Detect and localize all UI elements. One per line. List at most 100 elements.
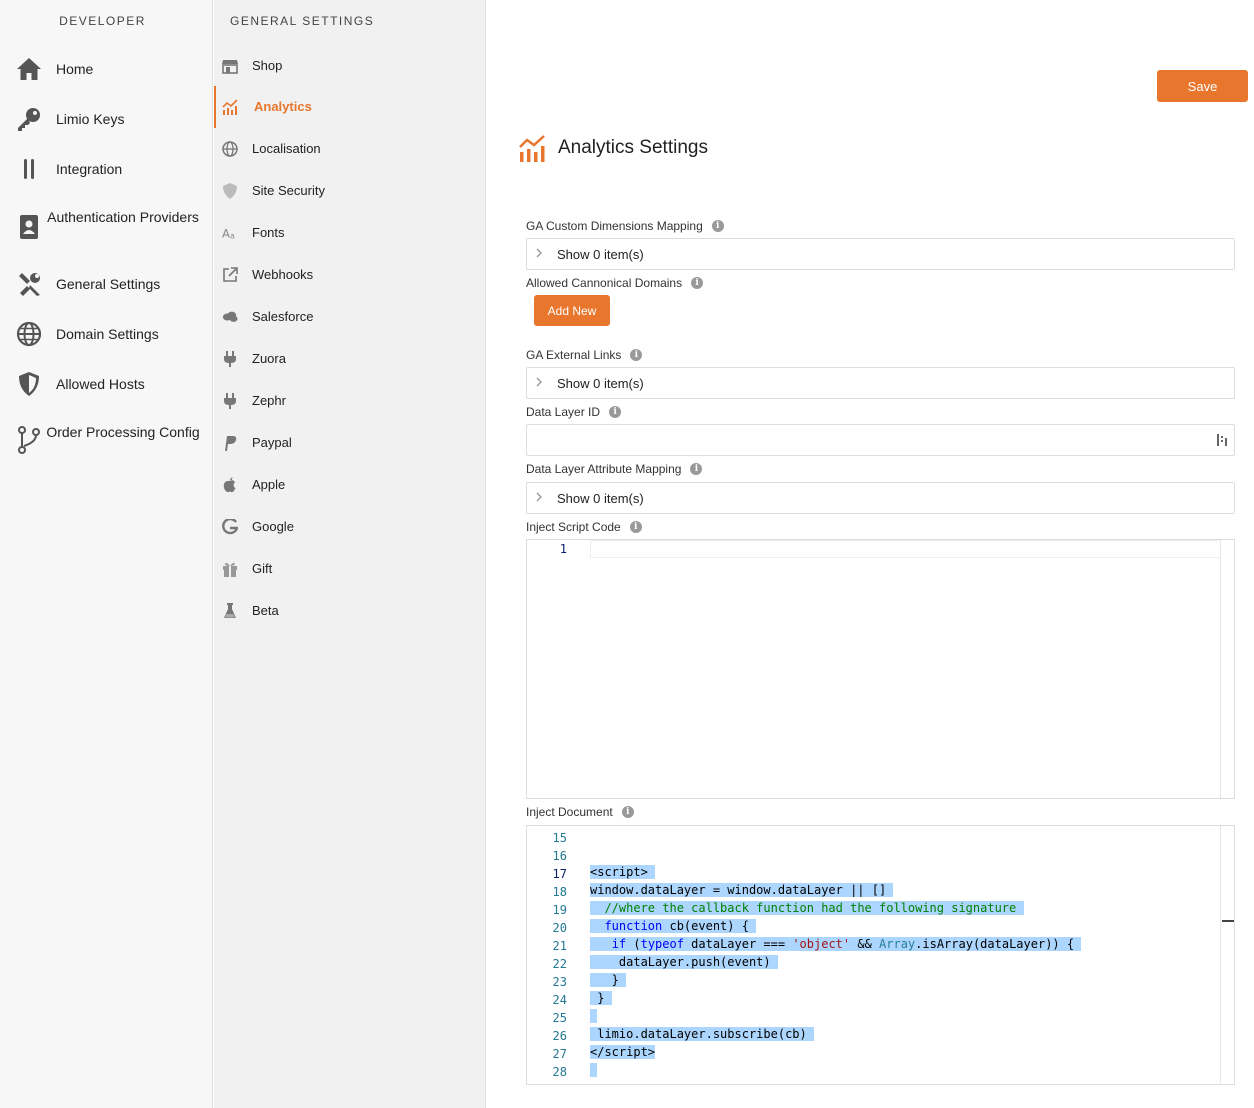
sidebar-item-beta[interactable]: Beta [214, 590, 486, 632]
sidebar-item-label: Limio Keys [56, 111, 125, 127]
sidebar-item-google[interactable]: Google [214, 506, 486, 548]
sidebar-item-webhooks[interactable]: Webhooks [214, 254, 486, 296]
flask-icon [222, 603, 238, 619]
data-layer-attr-label: Data Layer Attribute Mapping i [526, 462, 703, 476]
sidebar-item-integration[interactable]: Integration [0, 156, 213, 182]
external-link-icon [222, 267, 238, 283]
sidebar-item-allowed-hosts[interactable]: Allowed Hosts [0, 371, 213, 397]
svg-text:a: a [230, 231, 235, 240]
line-number: 23 [552, 975, 567, 989]
page-header: Analytics Settings [518, 134, 708, 162]
line-number: 16 [552, 849, 567, 863]
ga-external-links-label: GA External Links i [526, 348, 643, 362]
sidebar-item-label: Zephr [252, 393, 286, 408]
sidebar-item-label: Google [252, 519, 294, 534]
branch-icon [16, 426, 42, 454]
sidebar-item-label: Order Processing Config [46, 424, 200, 440]
data-layer-attr-collapse[interactable]: Show 0 item(s) [526, 482, 1235, 514]
sidebar-item-localisation[interactable]: Localisation [214, 128, 486, 170]
gift-icon [222, 561, 238, 577]
sidebar-item-shop[interactable]: Shop [214, 45, 486, 87]
sidebar-item-authentication-providers[interactable]: Authentication Providers [0, 208, 213, 246]
sidebar-item-domain-settings[interactable]: Domain Settings [0, 321, 213, 347]
inject-document-label: Inject Document i [526, 805, 634, 819]
save-button[interactable]: Save [1157, 70, 1248, 102]
sidebar-item-gift[interactable]: Gift [214, 548, 486, 590]
sidebar-item-general-settings[interactable]: General Settings [0, 271, 213, 297]
sidebar-item-label: Shop [252, 58, 283, 73]
line-number: 27 [552, 1047, 567, 1061]
info-icon[interactable]: i [630, 349, 643, 361]
code-line: if (typeof dataLayer === 'object' && Arr… [590, 937, 1082, 951]
info-icon[interactable]: i [629, 521, 642, 533]
sidebar-item-analytics[interactable]: Analytics [214, 86, 486, 128]
line-number: 20 [552, 921, 567, 935]
info-icon[interactable]: i [609, 406, 622, 418]
general-settings-title: GENERAL SETTINGS [230, 14, 375, 28]
line-number: 28 [552, 1065, 567, 1079]
current-line-highlight [590, 540, 1221, 558]
sidebar-item-label: Zuora [252, 351, 286, 366]
sidebar-item-label: Domain Settings [56, 326, 159, 342]
field-label-text: GA Custom Dimensions Mapping [526, 219, 703, 233]
paypal-icon [222, 435, 238, 451]
line-number: 21 [552, 939, 567, 953]
sidebar-item-label: Webhooks [252, 267, 314, 282]
field-label-text: Allowed Cannonical Domains [526, 276, 683, 290]
sidebar-item-site-security[interactable]: Site Security [214, 170, 486, 212]
sidebar-item-label: Apple [252, 477, 286, 492]
code-line: limio.dataLayer.subscribe(cb) [590, 1027, 814, 1041]
editor-scrollbar[interactable] [1220, 540, 1234, 798]
code-line: <script> [590, 865, 656, 879]
collapse-summary: Show 0 item(s) [557, 246, 644, 262]
info-icon[interactable]: i [711, 220, 724, 232]
sidebar-item-salesforce[interactable]: Salesforce [214, 296, 486, 338]
sidebar-item-home[interactable]: Home [0, 56, 213, 82]
apple-icon [222, 477, 238, 493]
integration-icon [16, 156, 42, 182]
add-new-button[interactable]: Add New [534, 295, 610, 326]
line-number: 15 [552, 831, 567, 845]
code-line: </script> [590, 1045, 656, 1059]
google-icon [222, 519, 238, 535]
sidebar-item-label: General Settings [56, 276, 161, 292]
line-number: 19 [552, 903, 567, 917]
sidebar-item-zephr[interactable]: Zephr [214, 380, 486, 422]
info-icon[interactable]: i [691, 277, 704, 289]
plug-icon [222, 351, 238, 367]
code-line: function cb(event) { [590, 919, 757, 933]
globe-icon [16, 321, 42, 347]
sidebar-item-limio-keys[interactable]: Limio Keys [0, 106, 213, 132]
line-number: 18 [552, 885, 567, 899]
inject-script-label: Inject Script Code i [526, 520, 642, 534]
sidebar-item-label: Localisation [252, 141, 321, 156]
sidebar-item-paypal[interactable]: Paypal [214, 422, 486, 464]
password-manager-icon[interactable] [1217, 433, 1229, 447]
collapse-summary: Show 0 item(s) [557, 375, 644, 391]
sidebar-item-order-processing-config[interactable]: Order Processing Config [0, 423, 213, 461]
chevron-right-icon [535, 491, 547, 506]
ga-external-links-collapse[interactable]: Show 0 item(s) [526, 367, 1235, 399]
code-line: window.dataLayer = window.dataLayer || [… [590, 883, 894, 897]
sidebar-item-label: Salesforce [252, 309, 314, 324]
inject-document-editor[interactable]: 15 16 17 18 19 20 21 22 23 24 25 26 27 2… [526, 825, 1235, 1085]
sidebar-item-apple[interactable]: Apple [214, 464, 486, 506]
sidebar-item-label: Gift [252, 561, 273, 576]
info-icon[interactable]: i [690, 463, 703, 475]
collapse-summary: Show 0 item(s) [557, 490, 644, 506]
tools-icon [16, 271, 42, 297]
code-line [590, 1063, 598, 1077]
home-icon [16, 56, 42, 82]
editor-scrollbar[interactable] [1220, 826, 1234, 1084]
sidebar-item-label: Home [56, 61, 94, 77]
ga-custom-dimensions-collapse[interactable]: Show 0 item(s) [526, 238, 1235, 270]
info-icon[interactable]: i [621, 806, 634, 818]
field-label-text: Inject Script Code [526, 520, 621, 534]
line-number: 1 [559, 542, 567, 556]
globe-icon [222, 141, 238, 157]
line-number: 25 [552, 1011, 567, 1025]
data-layer-id-input[interactable] [526, 424, 1235, 456]
inject-script-editor[interactable]: 1 [526, 539, 1235, 799]
sidebar-item-fonts[interactable]: Aa Fonts [214, 212, 486, 254]
sidebar-item-zuora[interactable]: Zuora [214, 338, 486, 380]
